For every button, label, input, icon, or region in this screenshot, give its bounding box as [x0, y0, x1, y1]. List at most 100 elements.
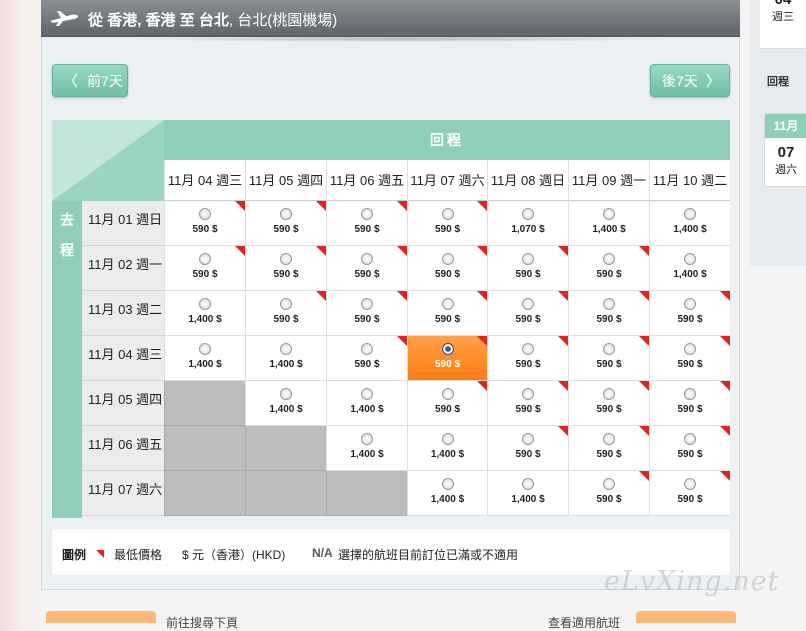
fare-cell[interactable]: 590 $: [568, 336, 649, 381]
fare-cell[interactable]: 590 $: [568, 381, 649, 426]
fare-radio[interactable]: [603, 343, 615, 355]
fare-cell[interactable]: 590 $: [487, 426, 568, 471]
fare-cell[interactable]: 590 $: [245, 291, 326, 336]
fare-radio[interactable]: [280, 253, 292, 265]
fare-cell[interactable]: 590 $: [649, 291, 730, 336]
search-next-button[interactable]: [46, 611, 156, 623]
fare-radio[interactable]: [280, 388, 292, 400]
fare-radio[interactable]: [441, 478, 454, 490]
fare-radio[interactable]: [441, 298, 454, 310]
fare-radio[interactable]: [280, 298, 292, 310]
fare-radio[interactable]: [603, 478, 615, 490]
fare-radio[interactable]: [522, 253, 534, 265]
fare-cell[interactable]: 590 $: [407, 201, 487, 246]
prev-7-days-button[interactable]: 〈前7天: [52, 64, 128, 97]
fare-cell[interactable]: 590 $: [407, 291, 487, 336]
fare-cell[interactable]: 1,400 $: [568, 201, 649, 246]
fare-radio[interactable]: [684, 343, 696, 355]
fare-radio[interactable]: [684, 388, 696, 400]
departure-date-card[interactable]: 04 週三: [760, 0, 806, 49]
fare-radio[interactable]: [684, 478, 696, 490]
fare-price: 590 $: [273, 269, 299, 280]
fare-cell[interactable]: 1,400 $: [407, 471, 487, 516]
fare-cell[interactable]: 590 $: [407, 381, 487, 426]
fare-cell[interactable]: 590 $: [568, 426, 649, 471]
fare-cell[interactable]: 1,070 $: [487, 201, 568, 246]
view-flights-button[interactable]: [636, 611, 736, 623]
fare-cell[interactable]: 1,400 $: [164, 291, 245, 336]
fare-cell[interactable]: 590 $: [649, 381, 730, 426]
departure-label-1: 去: [60, 212, 74, 228]
fare-cell[interactable]: 590 $: [487, 381, 568, 426]
fare-radio[interactable]: [441, 388, 454, 400]
fare-radio[interactable]: [603, 253, 615, 265]
fare-cell[interactable]: 590 $: [326, 336, 407, 381]
fare-cell[interactable]: 1,400 $: [487, 471, 568, 516]
fare-cell[interactable]: 590 $: [164, 246, 245, 291]
fare-radio[interactable]: [603, 433, 615, 445]
fare-cell[interactable]: 590 $: [568, 291, 649, 336]
fare-radio[interactable]: [361, 343, 373, 355]
fare-cell[interactable]: 590 $: [649, 471, 730, 516]
fare-radio[interactable]: [603, 298, 615, 310]
fare-radio[interactable]: [441, 208, 454, 220]
fare-cell[interactable]: 1,400 $: [326, 426, 407, 471]
fare-cell[interactable]: 1,400 $: [326, 381, 407, 426]
fare-radio[interactable]: [522, 433, 534, 445]
fare-radio[interactable]: [522, 388, 534, 400]
fare-radio-selected[interactable]: [441, 343, 454, 355]
fare-cell[interactable]: 590 $: [568, 471, 649, 516]
fare-radio[interactable]: [441, 253, 454, 265]
fare-radio[interactable]: [361, 298, 373, 310]
fare-price: 1,400 $: [350, 449, 384, 460]
next-7-days-button[interactable]: 後7天〉: [650, 64, 730, 97]
fare-radio[interactable]: [361, 253, 373, 265]
fare-radio[interactable]: [361, 433, 373, 445]
fare-cell[interactable]: 590 $: [245, 201, 326, 246]
fare-radio[interactable]: [522, 478, 534, 490]
fare-cell[interactable]: 1,400 $: [245, 381, 326, 426]
fare-radio[interactable]: [361, 388, 373, 400]
fare-radio[interactable]: [603, 388, 615, 400]
fare-cell[interactable]: 590 $: [407, 336, 487, 381]
fare-radio[interactable]: [522, 208, 534, 220]
return-date-header: 11月 09 週一: [568, 160, 649, 201]
fare-radio[interactable]: [280, 208, 292, 220]
fare-cell[interactable]: 590 $: [245, 246, 326, 291]
fare-cell[interactable]: 1,400 $: [649, 246, 730, 291]
fare-radio[interactable]: [684, 433, 696, 445]
fare-cell[interactable]: 590 $: [487, 336, 568, 381]
fare-radio[interactable]: [199, 298, 211, 310]
fare-radio[interactable]: [441, 433, 454, 445]
fare-radio[interactable]: [684, 208, 696, 220]
return-date-card[interactable]: 11月 07 週六: [764, 113, 806, 187]
fare-radio[interactable]: [603, 208, 615, 220]
fare-radio[interactable]: [361, 208, 373, 220]
fare-radio[interactable]: [199, 253, 211, 265]
return-date-header: 11月 04 週三: [164, 160, 245, 201]
airplane-icon: [50, 11, 78, 26]
fare-cell[interactable]: 590 $: [568, 246, 649, 291]
fare-cell[interactable]: 590 $: [487, 291, 568, 336]
fare-cell[interactable]: 590 $: [326, 201, 407, 246]
fare-cell[interactable]: 1,400 $: [649, 201, 730, 246]
fare-radio[interactable]: [684, 298, 696, 310]
fare-cell[interactable]: 590 $: [164, 201, 245, 246]
fare-cell[interactable]: 590 $: [649, 426, 730, 471]
fare-cell[interactable]: 1,400 $: [407, 426, 487, 471]
fare-radio[interactable]: [684, 253, 696, 265]
fare-cell[interactable]: 590 $: [326, 291, 407, 336]
fare-cell[interactable]: 590 $: [326, 246, 407, 291]
fare-radio[interactable]: [522, 343, 534, 355]
fare-cell[interactable]: 590 $: [407, 246, 487, 291]
fare-radio[interactable]: [199, 208, 211, 220]
fare-cell[interactable]: 590 $: [487, 246, 568, 291]
fare-radio[interactable]: [522, 298, 534, 310]
fare-radio[interactable]: [280, 343, 292, 355]
fare-radio[interactable]: [199, 343, 211, 355]
fare-cell[interactable]: 1,400 $: [164, 336, 245, 381]
lowest-price-flag-icon: [316, 246, 326, 256]
chevron-left-icon: 〈: [63, 73, 79, 90]
fare-cell[interactable]: 590 $: [649, 336, 730, 381]
fare-cell[interactable]: 1,400 $: [245, 336, 326, 381]
